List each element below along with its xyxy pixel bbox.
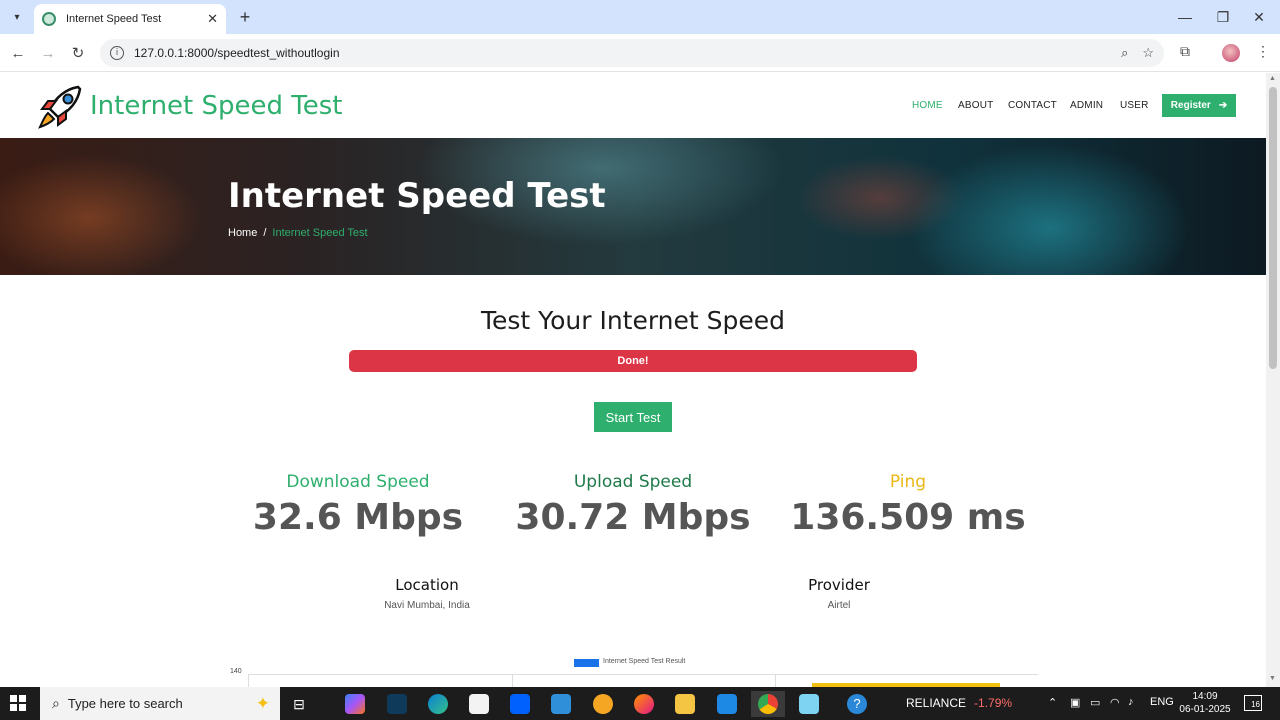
browser-tab-bar: ▾ Internet Speed Test ✕ + — ❐ ✕ bbox=[0, 0, 1280, 34]
download-value: 32.6 Mbps bbox=[252, 497, 464, 538]
breadcrumb-separator: / bbox=[263, 227, 267, 239]
site-favicon-icon bbox=[42, 12, 56, 26]
page-title: Test Your Internet Speed bbox=[480, 306, 786, 335]
notepad-icon[interactable] bbox=[792, 691, 826, 717]
minimize-button[interactable]: — bbox=[1166, 4, 1204, 30]
scroll-thumb[interactable] bbox=[1269, 87, 1277, 369]
file-explorer-icon[interactable] bbox=[668, 691, 702, 717]
tab-title: Internet Speed Test bbox=[66, 13, 162, 25]
clock-date: 06-01-2025 bbox=[1179, 704, 1231, 715]
edge-browser-icon[interactable] bbox=[421, 691, 455, 717]
mysql-app-icon[interactable] bbox=[544, 691, 578, 717]
reload-button[interactable]: ↻ bbox=[66, 41, 90, 65]
progress-bar: Done! bbox=[349, 350, 917, 372]
close-tab-icon[interactable]: ✕ bbox=[207, 11, 218, 27]
scroll-down-icon[interactable]: ▼ bbox=[1269, 675, 1276, 682]
wifi-icon[interactable]: ◠ bbox=[1110, 696, 1120, 709]
browser-toolbar: ← → ↻ i 127.0.0.1:8000/speedtest_without… bbox=[0, 34, 1280, 72]
ping-value: 136.509 ms bbox=[790, 497, 1026, 538]
page-scrollbar[interactable]: ▲ ▼ bbox=[1266, 73, 1280, 687]
download-label: Download Speed bbox=[286, 472, 430, 492]
breadcrumb: Home / Internet Speed Test bbox=[228, 227, 368, 239]
dropbox-icon[interactable] bbox=[503, 691, 537, 717]
notification-center-icon[interactable]: 16 bbox=[1244, 695, 1262, 711]
app-icon-yellow[interactable] bbox=[586, 691, 620, 717]
profile-avatar[interactable] bbox=[1222, 44, 1240, 62]
windows-taskbar: ⌕ Type here to search ✦ ⊟ ? RELIANCE -1.7… bbox=[0, 687, 1280, 720]
site-info-icon[interactable]: i bbox=[110, 46, 124, 60]
bookmark-star-icon[interactable]: ☆ bbox=[1142, 45, 1154, 61]
stock-change: -1.79% bbox=[974, 696, 1013, 710]
tray-chevron-icon[interactable]: ⌃ bbox=[1048, 696, 1057, 709]
scroll-up-icon[interactable]: ▲ bbox=[1269, 75, 1276, 82]
tray-app-icon[interactable]: ▣ bbox=[1070, 696, 1080, 709]
new-tab-button[interactable]: + bbox=[234, 6, 256, 28]
site-header: Internet Speed Test HOME ABOUT CONTACT A… bbox=[0, 73, 1266, 138]
hero-banner: Internet Speed Test Home / Internet Speed … bbox=[0, 138, 1266, 275]
notification-count: 16 bbox=[1251, 700, 1260, 709]
legend-label: Internet Speed Test Result bbox=[603, 658, 686, 665]
nav-home[interactable]: HOME bbox=[912, 100, 943, 111]
upload-label: Upload Speed bbox=[573, 472, 693, 492]
provider-label: Provider bbox=[808, 576, 870, 594]
close-window-button[interactable]: ✕ bbox=[1240, 4, 1278, 30]
help-icon[interactable]: ? bbox=[840, 691, 874, 717]
app-icon[interactable] bbox=[380, 691, 414, 717]
location-label: Location bbox=[395, 576, 459, 594]
task-view-icon[interactable]: ⊟ bbox=[282, 691, 316, 717]
taskbar-search[interactable]: ⌕ Type here to search ✦ bbox=[40, 687, 280, 720]
battery-icon[interactable]: ▭ bbox=[1090, 696, 1100, 709]
speed-chart: Internet Speed Test Result 140 bbox=[228, 650, 1040, 688]
copilot-sparkle-icon[interactable]: ✦ bbox=[256, 694, 270, 714]
breadcrumb-current: Internet Speed Test bbox=[272, 227, 368, 239]
language-indicator[interactable]: ENG bbox=[1150, 696, 1174, 708]
system-clock[interactable]: 14:09 06-01-2025 bbox=[1176, 690, 1234, 716]
zoom-icon[interactable]: ⌕ bbox=[1121, 45, 1128, 61]
maximize-button[interactable]: ❐ bbox=[1204, 4, 1242, 30]
forward-button[interactable]: → bbox=[36, 41, 60, 65]
extensions-icon[interactable]: ⧉ bbox=[1180, 43, 1190, 60]
chart-gridline-v bbox=[512, 674, 513, 688]
browser-tab[interactable]: Internet Speed Test ✕ bbox=[34, 4, 226, 34]
chart-gridline-v bbox=[775, 674, 776, 688]
nav-user[interactable]: USER bbox=[1120, 100, 1149, 111]
chart-gridline bbox=[248, 674, 1038, 675]
taskbar-search-text[interactable]: Type here to search bbox=[68, 696, 256, 711]
register-button[interactable]: Register ➔ bbox=[1162, 94, 1236, 117]
hero-title: Internet Speed Test bbox=[228, 176, 606, 216]
stock-ticker[interactable]: RELIANCE -1.79% bbox=[906, 696, 1012, 710]
site-brand[interactable]: Internet Speed Test bbox=[90, 91, 342, 121]
upload-value: 30.72 Mbps bbox=[515, 497, 751, 538]
y-tick-top: 140 bbox=[230, 668, 242, 675]
chrome-icon[interactable] bbox=[751, 691, 785, 717]
rocket-logo-icon bbox=[38, 85, 82, 129]
nav-contact[interactable]: CONTACT bbox=[1008, 100, 1057, 111]
menu-kebab-icon[interactable]: ⋮ bbox=[1256, 43, 1270, 60]
microsoft-store-icon[interactable] bbox=[462, 691, 496, 717]
start-test-button[interactable]: Start Test bbox=[594, 402, 672, 432]
vscode-icon[interactable] bbox=[710, 691, 744, 717]
tab-search-button[interactable]: ▾ bbox=[6, 6, 28, 28]
copilot-app-icon[interactable] bbox=[338, 691, 372, 717]
arrow-right-icon: ➔ bbox=[1218, 100, 1228, 111]
provider-value: Airtel bbox=[827, 600, 851, 611]
address-bar[interactable]: i 127.0.0.1:8000/speedtest_withoutlogin … bbox=[100, 39, 1164, 67]
clock-time: 14:09 bbox=[1192, 691, 1218, 702]
legend-swatch bbox=[574, 659, 599, 667]
back-button[interactable]: ← bbox=[6, 41, 30, 65]
stock-name: RELIANCE bbox=[906, 696, 967, 710]
volume-icon[interactable]: ♪ bbox=[1128, 696, 1134, 708]
breadcrumb-home[interactable]: Home bbox=[228, 227, 257, 239]
nav-admin[interactable]: ADMIN bbox=[1070, 100, 1103, 111]
firefox-icon[interactable] bbox=[627, 691, 661, 717]
url-text[interactable]: 127.0.0.1:8000/speedtest_withoutlogin bbox=[134, 46, 1107, 60]
location-value: Navi Mumbai, India bbox=[384, 600, 470, 611]
search-icon: ⌕ bbox=[52, 695, 60, 711]
progress-text: Done! bbox=[617, 355, 649, 367]
nav-about[interactable]: ABOUT bbox=[958, 100, 993, 111]
windows-start-icon[interactable] bbox=[10, 695, 26, 711]
register-label: Register bbox=[1170, 100, 1211, 111]
chart-axis-y bbox=[248, 674, 249, 688]
ping-label: Ping bbox=[889, 472, 927, 492]
